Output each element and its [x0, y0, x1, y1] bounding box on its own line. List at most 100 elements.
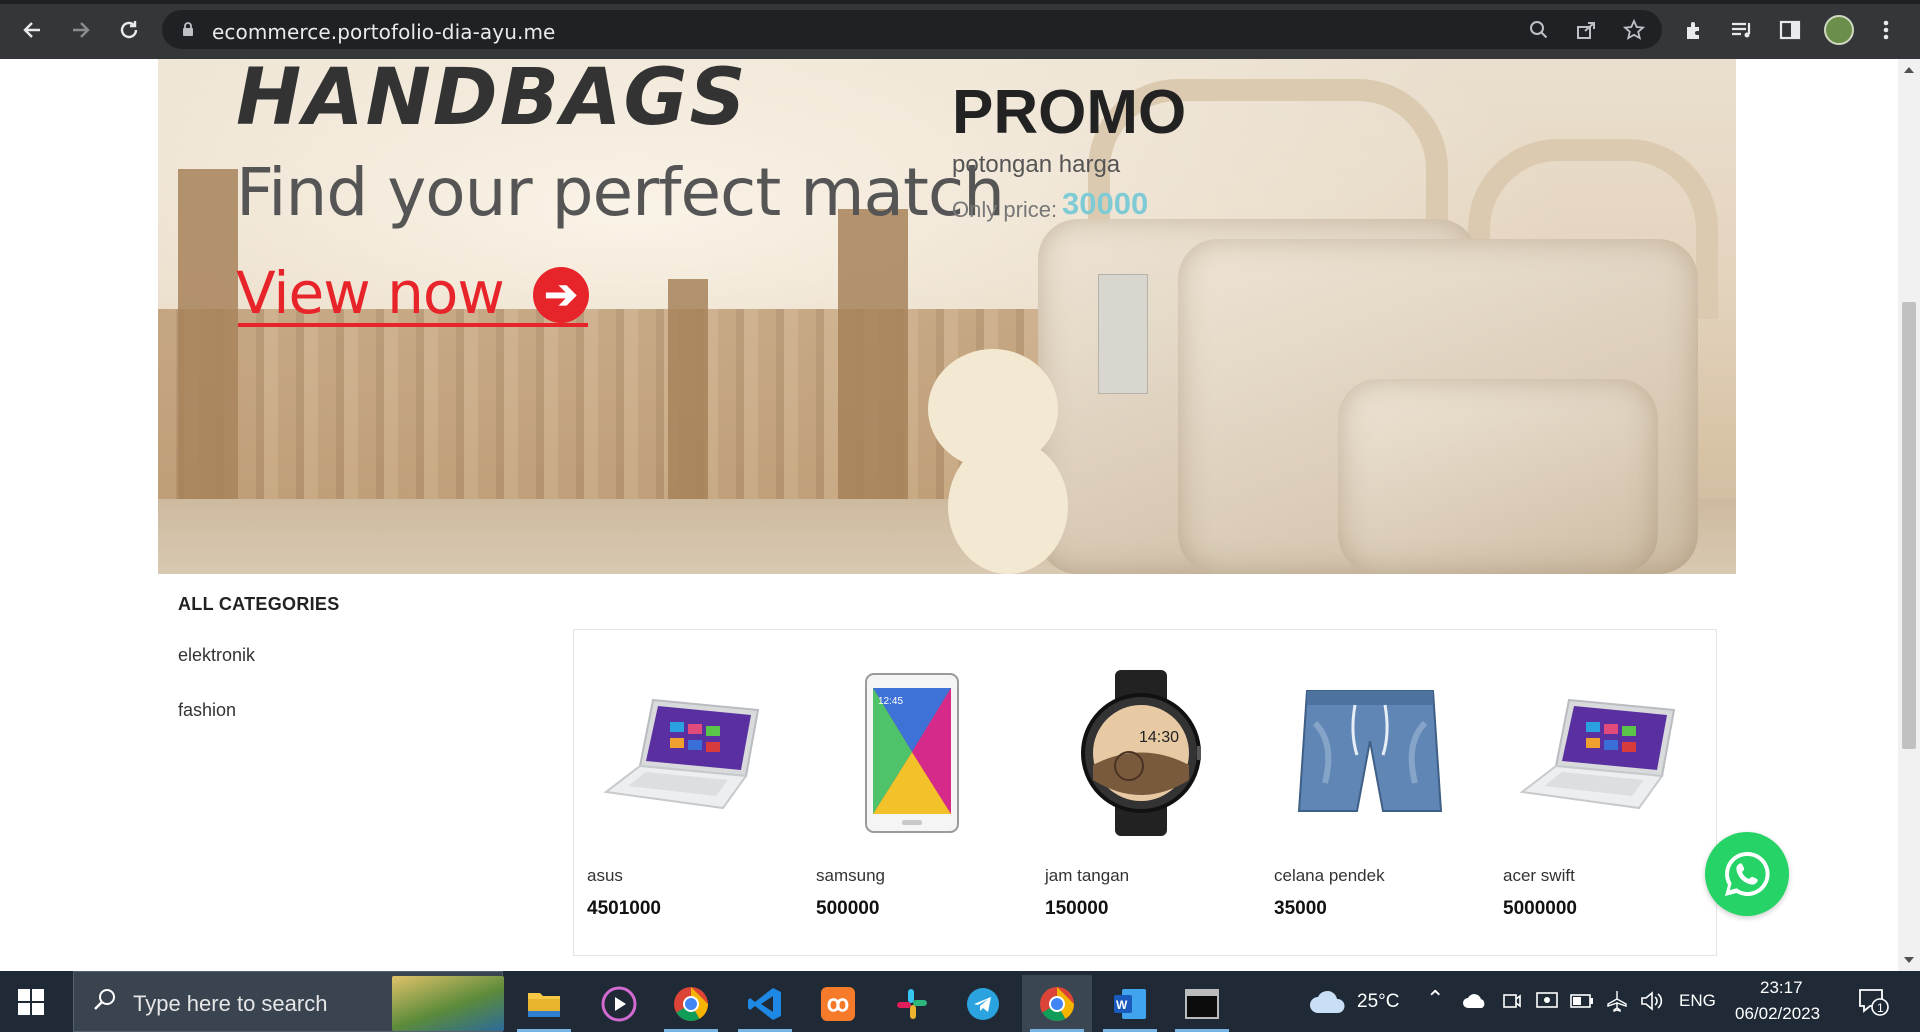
battery-icon[interactable] — [1570, 994, 1594, 1008]
search-placeholder: Type here to search — [133, 991, 328, 1016]
categories-heading: ALL CATEGORIES — [178, 594, 340, 614]
bookmark-star-icon[interactable] — [1622, 18, 1646, 42]
watch-icon[interactable]: 14:30 — [1046, 668, 1236, 838]
category-sidebar: ALL CATEGORIES elektronik fashion — [178, 594, 340, 721]
product-card[interactable]: 14:30 jam tangan 150000 — [1032, 630, 1260, 957]
product-price: 4501000 — [587, 898, 661, 919]
watch-face-time: 14:30 — [1139, 729, 1179, 746]
shorts-icon[interactable] — [1275, 668, 1465, 838]
taskbar-vscode[interactable] — [730, 975, 800, 1032]
media-player-icon — [601, 986, 637, 1021]
share-icon[interactable] — [1574, 18, 1598, 42]
taskbar-telegram[interactable] — [948, 975, 1018, 1032]
side-panel-icon[interactable] — [1774, 14, 1806, 46]
product-name[interactable]: samsung — [816, 866, 885, 886]
notification-count: 1 — [1877, 1001, 1884, 1015]
search-icon — [94, 989, 115, 1010]
zoom-icon[interactable] — [1527, 18, 1551, 42]
taskbar-search-box[interactable]: Type here to search — [73, 971, 504, 1032]
taskbar-file-explorer[interactable] — [509, 975, 579, 1032]
language-indicator[interactable]: ENG — [1679, 991, 1716, 1011]
promo-price-label: Only price: — [952, 197, 1058, 222]
chrome-icon — [674, 986, 708, 1021]
product-name[interactable]: asus — [587, 866, 623, 886]
terminal-icon — [1185, 988, 1219, 1019]
promo-title: PROMO — [952, 78, 1187, 147]
clock-date[interactable]: 06/02/2023 — [1735, 1004, 1820, 1024]
web-page: HANDBAGS Find your perfect match View no… — [0, 59, 1898, 971]
page-scrollbar[interactable] — [1898, 59, 1920, 971]
tablet-icon[interactable]: 12:45 — [817, 668, 1007, 838]
telegram-icon — [967, 987, 999, 1020]
vscode-icon — [748, 987, 781, 1020]
scroll-up-arrow-icon[interactable] — [1904, 67, 1914, 73]
product-price: 5000000 — [1503, 898, 1577, 919]
slack-icon — [897, 988, 927, 1019]
laptop-icon[interactable] — [1504, 668, 1694, 838]
product-card[interactable]: asus 4501000 — [574, 630, 802, 957]
arrow-right-circle-icon[interactable]: ➔ — [533, 267, 589, 323]
banner-subline: Find your perfect match — [236, 154, 1005, 231]
cloud-weather-icon[interactable] — [1308, 989, 1346, 1015]
lock-icon — [183, 22, 193, 36]
windows-taskbar: Type here to search ꝏ W 25°C ⌃ ENG 23:17… — [0, 971, 1920, 1032]
taskbar-chrome[interactable] — [656, 975, 726, 1032]
whatsapp-chat-button[interactable] — [1705, 832, 1789, 916]
promo-banner[interactable]: HANDBAGS Find your perfect match View no… — [158, 59, 1736, 574]
address-bar[interactable]: ecommerce.portofolio-dia-ayu.me — [162, 10, 1662, 49]
reload-button[interactable] — [113, 14, 145, 46]
promo-price: 30000 — [1062, 186, 1149, 221]
scrollbar-thumb[interactable] — [1902, 302, 1916, 749]
arrow-right-icon — [73, 22, 90, 38]
word-icon: W — [1114, 988, 1146, 1019]
scroll-down-arrow-icon[interactable] — [1904, 957, 1914, 963]
view-now-link[interactable]: View now — [236, 259, 505, 327]
weather-temperature[interactable]: 25°C — [1357, 991, 1399, 1013]
arrow-left-icon — [23, 22, 40, 38]
whatsapp-icon — [1725, 851, 1770, 896]
onedrive-icon[interactable] — [1462, 993, 1488, 1009]
notification-center-icon[interactable]: 1 — [1858, 988, 1892, 1018]
search-highlight-image — [392, 976, 504, 1031]
tablet-screen-time: 12:45 — [878, 696, 903, 707]
product-price: 500000 — [816, 898, 880, 919]
xampp-icon: ꝏ — [821, 986, 855, 1021]
taskbar-terminal[interactable] — [1167, 975, 1237, 1032]
category-link-fashion[interactable]: fashion — [178, 700, 340, 721]
taskbar-word[interactable]: W — [1095, 975, 1165, 1032]
product-card[interactable]: celana pendek 35000 — [1261, 630, 1489, 957]
clock-time[interactable]: 23:17 — [1760, 978, 1803, 998]
product-name[interactable]: celana pendek — [1274, 866, 1385, 886]
extensions-icon[interactable] — [1678, 14, 1710, 46]
chevron-up-icon[interactable]: ⌃ — [1426, 986, 1444, 1012]
product-card[interactable]: 12:45 samsung 500000 — [803, 630, 1031, 957]
windows-start-icon[interactable] — [18, 989, 44, 1015]
media-control-icon[interactable] — [1726, 14, 1758, 46]
laptop-icon[interactable] — [588, 668, 778, 838]
taskbar-media-player[interactable] — [584, 975, 654, 1032]
display-icon[interactable] — [1536, 991, 1558, 1011]
reload-icon — [120, 21, 138, 39]
category-link-elektronik[interactable]: elektronik — [178, 645, 340, 666]
back-button[interactable] — [16, 14, 48, 46]
forward-button[interactable] — [65, 14, 97, 46]
taskbar-xampp[interactable]: ꝏ — [803, 975, 873, 1032]
product-card[interactable]: acer swift 5000000 — [1490, 630, 1718, 957]
svg-text:W: W — [1116, 998, 1128, 1012]
clock-tower-image — [838, 209, 908, 509]
taskbar-chrome-active[interactable] — [1022, 975, 1092, 1032]
promo-subtitle: potongan harga — [952, 151, 1121, 178]
profile-avatar[interactable] — [1824, 15, 1854, 45]
taskbar-slack[interactable] — [877, 975, 947, 1032]
airplane-mode-icon[interactable] — [1606, 990, 1628, 1012]
product-list: asus 4501000 12:45 samsung 500000 14:30 … — [573, 629, 1717, 956]
banner-headline: HANDBAGS — [236, 59, 748, 143]
chrome-icon — [1040, 986, 1074, 1021]
tab-strip — [0, 0, 1920, 4]
product-name[interactable]: jam tangan — [1045, 866, 1129, 886]
browser-menu-icon[interactable] — [1870, 14, 1902, 46]
volume-icon[interactable] — [1640, 991, 1664, 1011]
meet-now-icon[interactable] — [1502, 991, 1522, 1011]
url-text: ecommerce.portofolio-dia-ayu.me — [212, 20, 556, 44]
product-name[interactable]: acer swift — [1503, 866, 1575, 886]
